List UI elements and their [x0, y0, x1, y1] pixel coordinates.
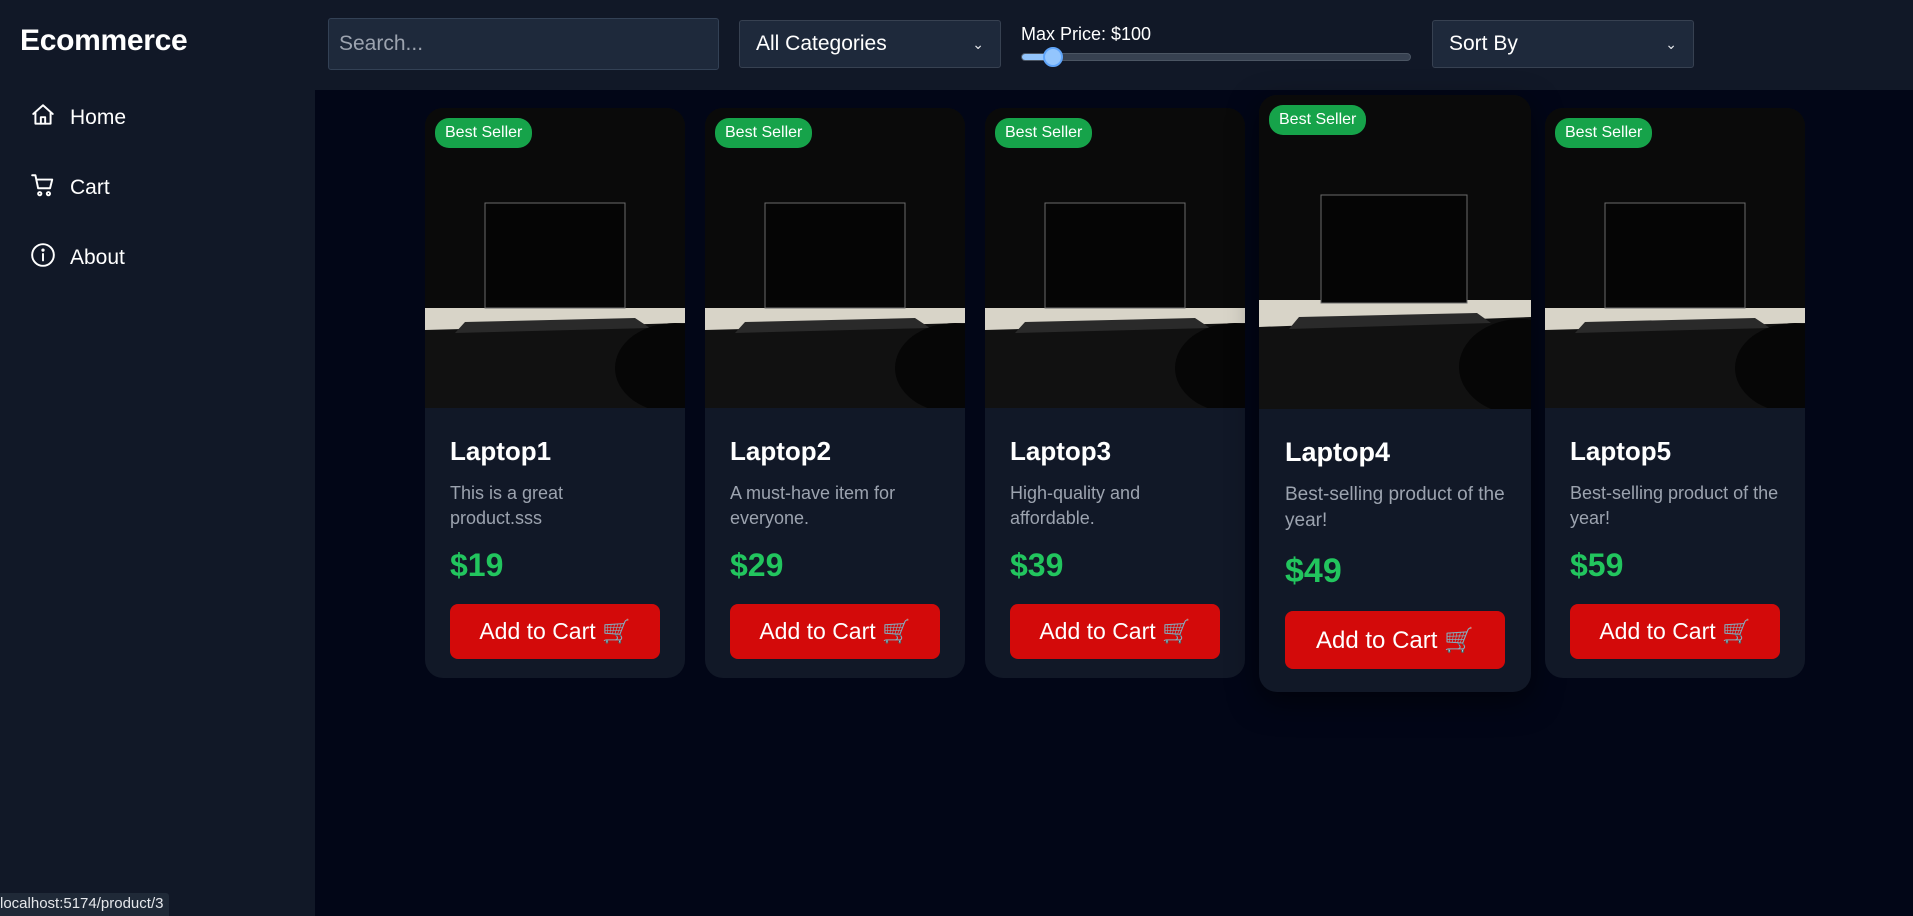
product-description: High-quality and affordable. [1010, 483, 1141, 528]
product-price: $49 [1285, 552, 1342, 590]
info-icon [30, 242, 56, 274]
best-seller-badge: Best Seller [1269, 105, 1367, 135]
laptop-photo [425, 108, 685, 408]
best-seller-badge: Best Seller [995, 118, 1093, 148]
sidebar: Ecommerce Home Cart About [0, 0, 315, 916]
category-select-value: All Categories [756, 32, 887, 55]
add-to-cart-button[interactable]: Add to Cart 🛒 [730, 604, 940, 659]
laptop-photo [1259, 95, 1531, 409]
product-card[interactable]: Best Seller Laptop4 Best-selling product… [1259, 95, 1531, 692]
price-slider-thumb[interactable] [1043, 47, 1064, 67]
product-description: A must-have item for everyone. [730, 483, 896, 528]
product-description: Best-selling product of the year! [1285, 484, 1505, 531]
add-to-cart-button[interactable]: Add to Cart 🛒 [1285, 611, 1505, 669]
product-price: $59 [1570, 547, 1624, 583]
chevron-down-icon: ⌄ [972, 35, 984, 52]
add-to-cart-button[interactable]: Add to Cart 🛒 [1570, 604, 1780, 659]
product-title[interactable]: Laptop1 [450, 436, 660, 467]
sidebar-item-cart[interactable]: Cart [30, 168, 110, 208]
home-icon [30, 102, 56, 134]
product-card[interactable]: Best Seller Laptop5 Best-selling product… [1545, 108, 1805, 678]
price-slider[interactable] [1021, 47, 1411, 67]
product-card[interactable]: Best Seller Laptop3 High-quality and aff… [985, 108, 1245, 678]
product-title[interactable]: Laptop5 [1570, 436, 1780, 467]
add-to-cart-button[interactable]: Add to Cart 🛒 [1010, 604, 1220, 659]
cart-icon [30, 172, 56, 204]
sort-select-value: Sort By [1449, 32, 1518, 55]
sidebar-item-about[interactable]: About [30, 238, 125, 278]
product-title[interactable]: Laptop2 [730, 436, 940, 467]
product-price: $39 [1010, 547, 1064, 583]
product-description: Best-selling product of the year! [1570, 483, 1779, 528]
product-description: This is a great product.sss [450, 483, 564, 528]
product-image[interactable]: Best Seller [1259, 95, 1531, 409]
product-card[interactable]: Best Seller Laptop2 A must-have item for… [705, 108, 965, 678]
search-input[interactable] [328, 18, 719, 70]
best-seller-badge: Best Seller [435, 118, 533, 148]
product-image[interactable]: Best Seller [705, 108, 965, 408]
chevron-down-icon: ⌄ [1665, 35, 1677, 52]
sidebar-item-label: Home [70, 106, 127, 129]
product-image[interactable]: Best Seller [425, 108, 685, 408]
sidebar-item-label: Cart [70, 176, 110, 199]
add-to-cart-button[interactable]: Add to Cart 🛒 [450, 604, 660, 659]
sidebar-item-label: About [70, 246, 125, 269]
product-title[interactable]: Laptop4 [1285, 437, 1505, 468]
product-price: $19 [450, 547, 504, 583]
laptop-photo [985, 108, 1245, 408]
product-image[interactable]: Best Seller [985, 108, 1245, 408]
product-price: $29 [730, 547, 784, 583]
max-price-label: Max Price: $100 [1021, 24, 1152, 44]
best-seller-badge: Best Seller [1555, 118, 1653, 148]
laptop-photo [705, 108, 965, 408]
status-bar-url: localhost:5174/product/3 [0, 893, 170, 916]
product-image[interactable]: Best Seller [1545, 108, 1805, 408]
best-seller-badge: Best Seller [715, 118, 813, 148]
category-select[interactable]: All Categories ⌄ [739, 20, 1001, 68]
brand-logo[interactable]: Ecommerce [20, 24, 188, 58]
product-title[interactable]: Laptop3 [1010, 436, 1220, 467]
sort-select[interactable]: Sort By ⌄ [1432, 20, 1694, 68]
sidebar-item-home[interactable]: Home [30, 98, 126, 138]
product-card[interactable]: Best Seller Laptop1 This is a great prod… [425, 108, 685, 678]
laptop-photo [1545, 108, 1805, 408]
